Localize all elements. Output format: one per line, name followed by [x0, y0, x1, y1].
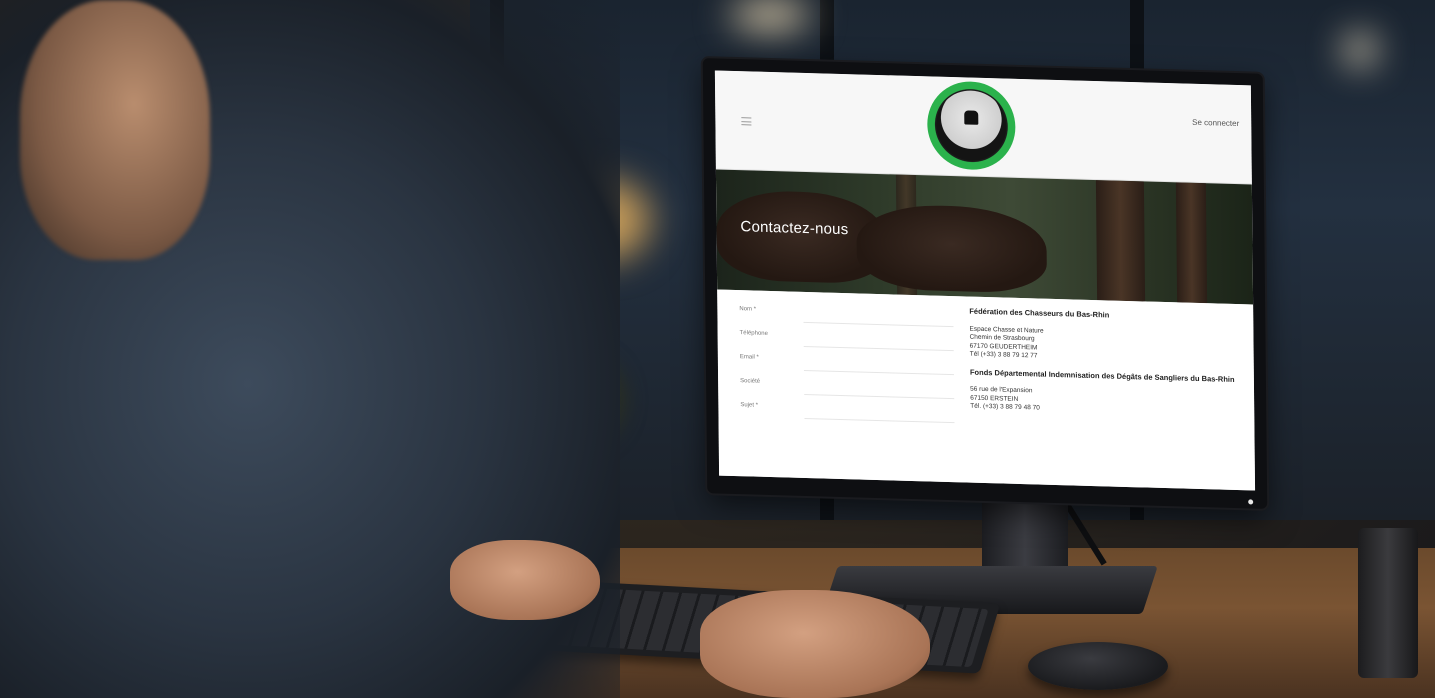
hamburger-menu-icon[interactable] — [741, 117, 752, 126]
power-led — [1248, 499, 1254, 505]
subject-input[interactable] — [804, 417, 955, 424]
person-head — [20, 0, 210, 260]
deer-emblem-logo[interactable] — [926, 80, 1016, 171]
login-link[interactable]: Se connecter — [1192, 118, 1239, 128]
company-input[interactable] — [804, 393, 955, 400]
contact-title: Fonds Départemental Indemnisation des Dé… — [969, 367, 1235, 384]
ceiling-light — [730, 0, 810, 30]
office-photo-background: Se connecter Contactez-nous Nom * Téléph… — [0, 0, 1435, 698]
contact-title: Fédération des Chasseurs du Bas-Rhin — [969, 306, 1110, 320]
lamp-light — [1345, 35, 1375, 65]
contact-section: Nom * Téléphone Email * Société Sujet * … — [717, 289, 1256, 491]
email-input[interactable] — [803, 369, 954, 376]
deer-figure — [856, 203, 1048, 294]
form-label-subject: Sujet * — [740, 402, 759, 409]
deer-icon — [964, 110, 979, 125]
form-label-phone: Téléphone — [739, 330, 768, 337]
form-label-company: Société — [740, 378, 761, 385]
contact-address: Espace Chasse et Nature Chemin de Strasb… — [969, 325, 1044, 360]
form-label-email: Email * — [739, 354, 759, 361]
name-input[interactable] — [803, 321, 954, 328]
contact-form: Nom * Téléphone Email * Société Sujet * — [717, 290, 969, 487]
form-label-name: Nom * — [739, 306, 757, 313]
hero-banner: Contactez-nous — [715, 169, 1254, 305]
website-screen: Se connecter Contactez-nous Nom * Téléph… — [714, 70, 1256, 491]
phone-input[interactable] — [803, 345, 954, 352]
contact-info: Fédération des Chasseurs du Bas-Rhin Esp… — [969, 307, 1245, 427]
site-header: Se connecter — [714, 70, 1252, 185]
computer-monitor: Se connecter Contactez-nous Nom * Téléph… — [702, 58, 1268, 509]
contact-address: 56 rue de l'Expansion 67150 ERSTEIN Tél.… — [970, 385, 1040, 412]
mug — [1358, 528, 1418, 678]
computer-mouse — [1028, 642, 1168, 690]
left-hand — [450, 540, 600, 620]
right-hand — [700, 590, 930, 698]
tree-trunk — [1175, 182, 1208, 304]
page-title: Contactez-nous — [740, 218, 849, 239]
tree-trunk — [1095, 180, 1146, 302]
